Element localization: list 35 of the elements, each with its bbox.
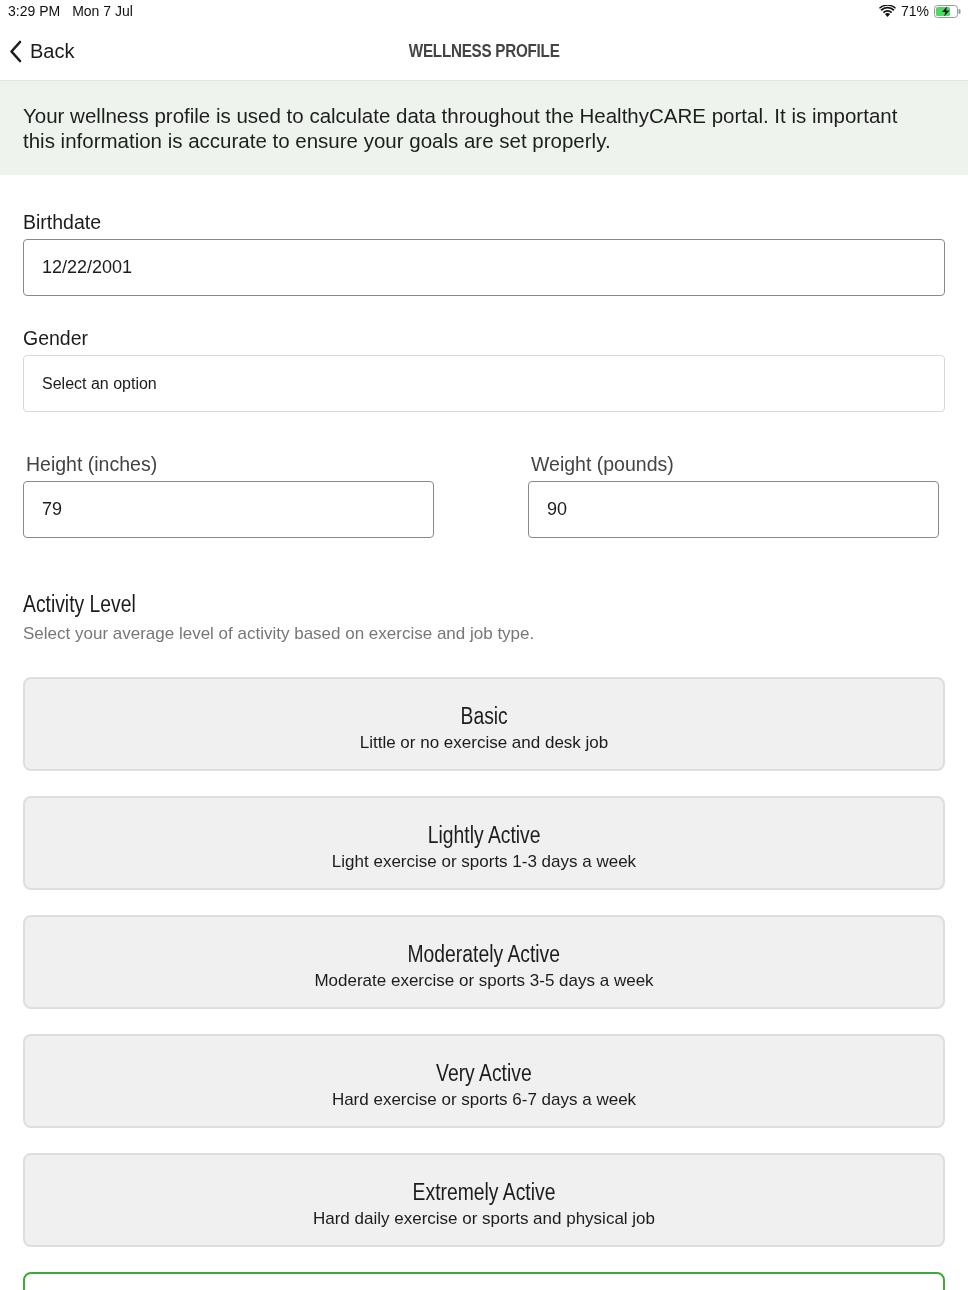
gender-select[interactable]: Select an option bbox=[23, 355, 945, 412]
weight-field[interactable]: 90 bbox=[528, 481, 939, 538]
page-title: WELLNESS PROFILE bbox=[408, 40, 560, 62]
height-field[interactable]: 79 bbox=[23, 481, 434, 538]
weight-label: Weight (pounds) bbox=[531, 452, 675, 476]
back-chevron-icon bbox=[9, 39, 22, 63]
section-heading: Activity Level bbox=[23, 590, 136, 618]
status-date: Mon 7 Jul bbox=[72, 3, 133, 19]
activity-option[interactable]: Very Active Hard exercise or sports 6-7 days a week bbox=[23, 1034, 945, 1128]
activity-option[interactable]: Extremely Active Hard daily exercise or sports and physical job bbox=[23, 1153, 945, 1247]
gender-label: Gender bbox=[23, 326, 90, 350]
option-description: Hard exercise or sports 6-7 days a week bbox=[331, 1089, 637, 1111]
battery-charging-icon bbox=[934, 4, 961, 18]
birthdate-label: Birthdate bbox=[23, 210, 103, 234]
activity-option[interactable]: Lightly Active Light exercise or sports 1-3 days a week bbox=[23, 796, 945, 890]
option-description: Light exercise or sports 1-3 days a week bbox=[331, 851, 637, 873]
section-description: Select your average level of activity based on exercise and job type. bbox=[23, 623, 536, 645]
wifi-icon bbox=[878, 5, 896, 17]
info-text: Your wellness profile is used to calculate data throughout the HealthyCARE portal. It is important this information is accurate to ensure your goals are set properly. bbox=[23, 103, 899, 153]
option-title: Basic bbox=[460, 702, 508, 730]
option-title: Very Active bbox=[436, 1059, 532, 1087]
back-label: Back bbox=[30, 39, 75, 63]
option-description: Hard daily exercise or sports and physical job bbox=[312, 1208, 656, 1230]
option-description: Little or no exercise and desk job bbox=[359, 732, 609, 754]
option-title: Lightly Active bbox=[427, 821, 541, 849]
activity-option[interactable]: Basic Little or no exercise and desk job bbox=[23, 677, 945, 771]
activity-option[interactable]: Moderately Active Moderate exercise or sports 3-5 days a week bbox=[23, 915, 945, 1009]
option-title: Extremely Active bbox=[412, 1178, 556, 1206]
back-button[interactable]: Back bbox=[9, 39, 75, 63]
option-description: Moderate exercise or sports 3-5 days a week bbox=[314, 970, 654, 992]
option-title: Moderately Active bbox=[407, 940, 561, 968]
birthdate-field[interactable]: 12/22/2001 bbox=[23, 239, 945, 296]
status-time: 3:29 PM bbox=[8, 3, 61, 19]
battery-percentage: 71% bbox=[900, 3, 929, 19]
height-label: Height (inches) bbox=[26, 452, 159, 476]
